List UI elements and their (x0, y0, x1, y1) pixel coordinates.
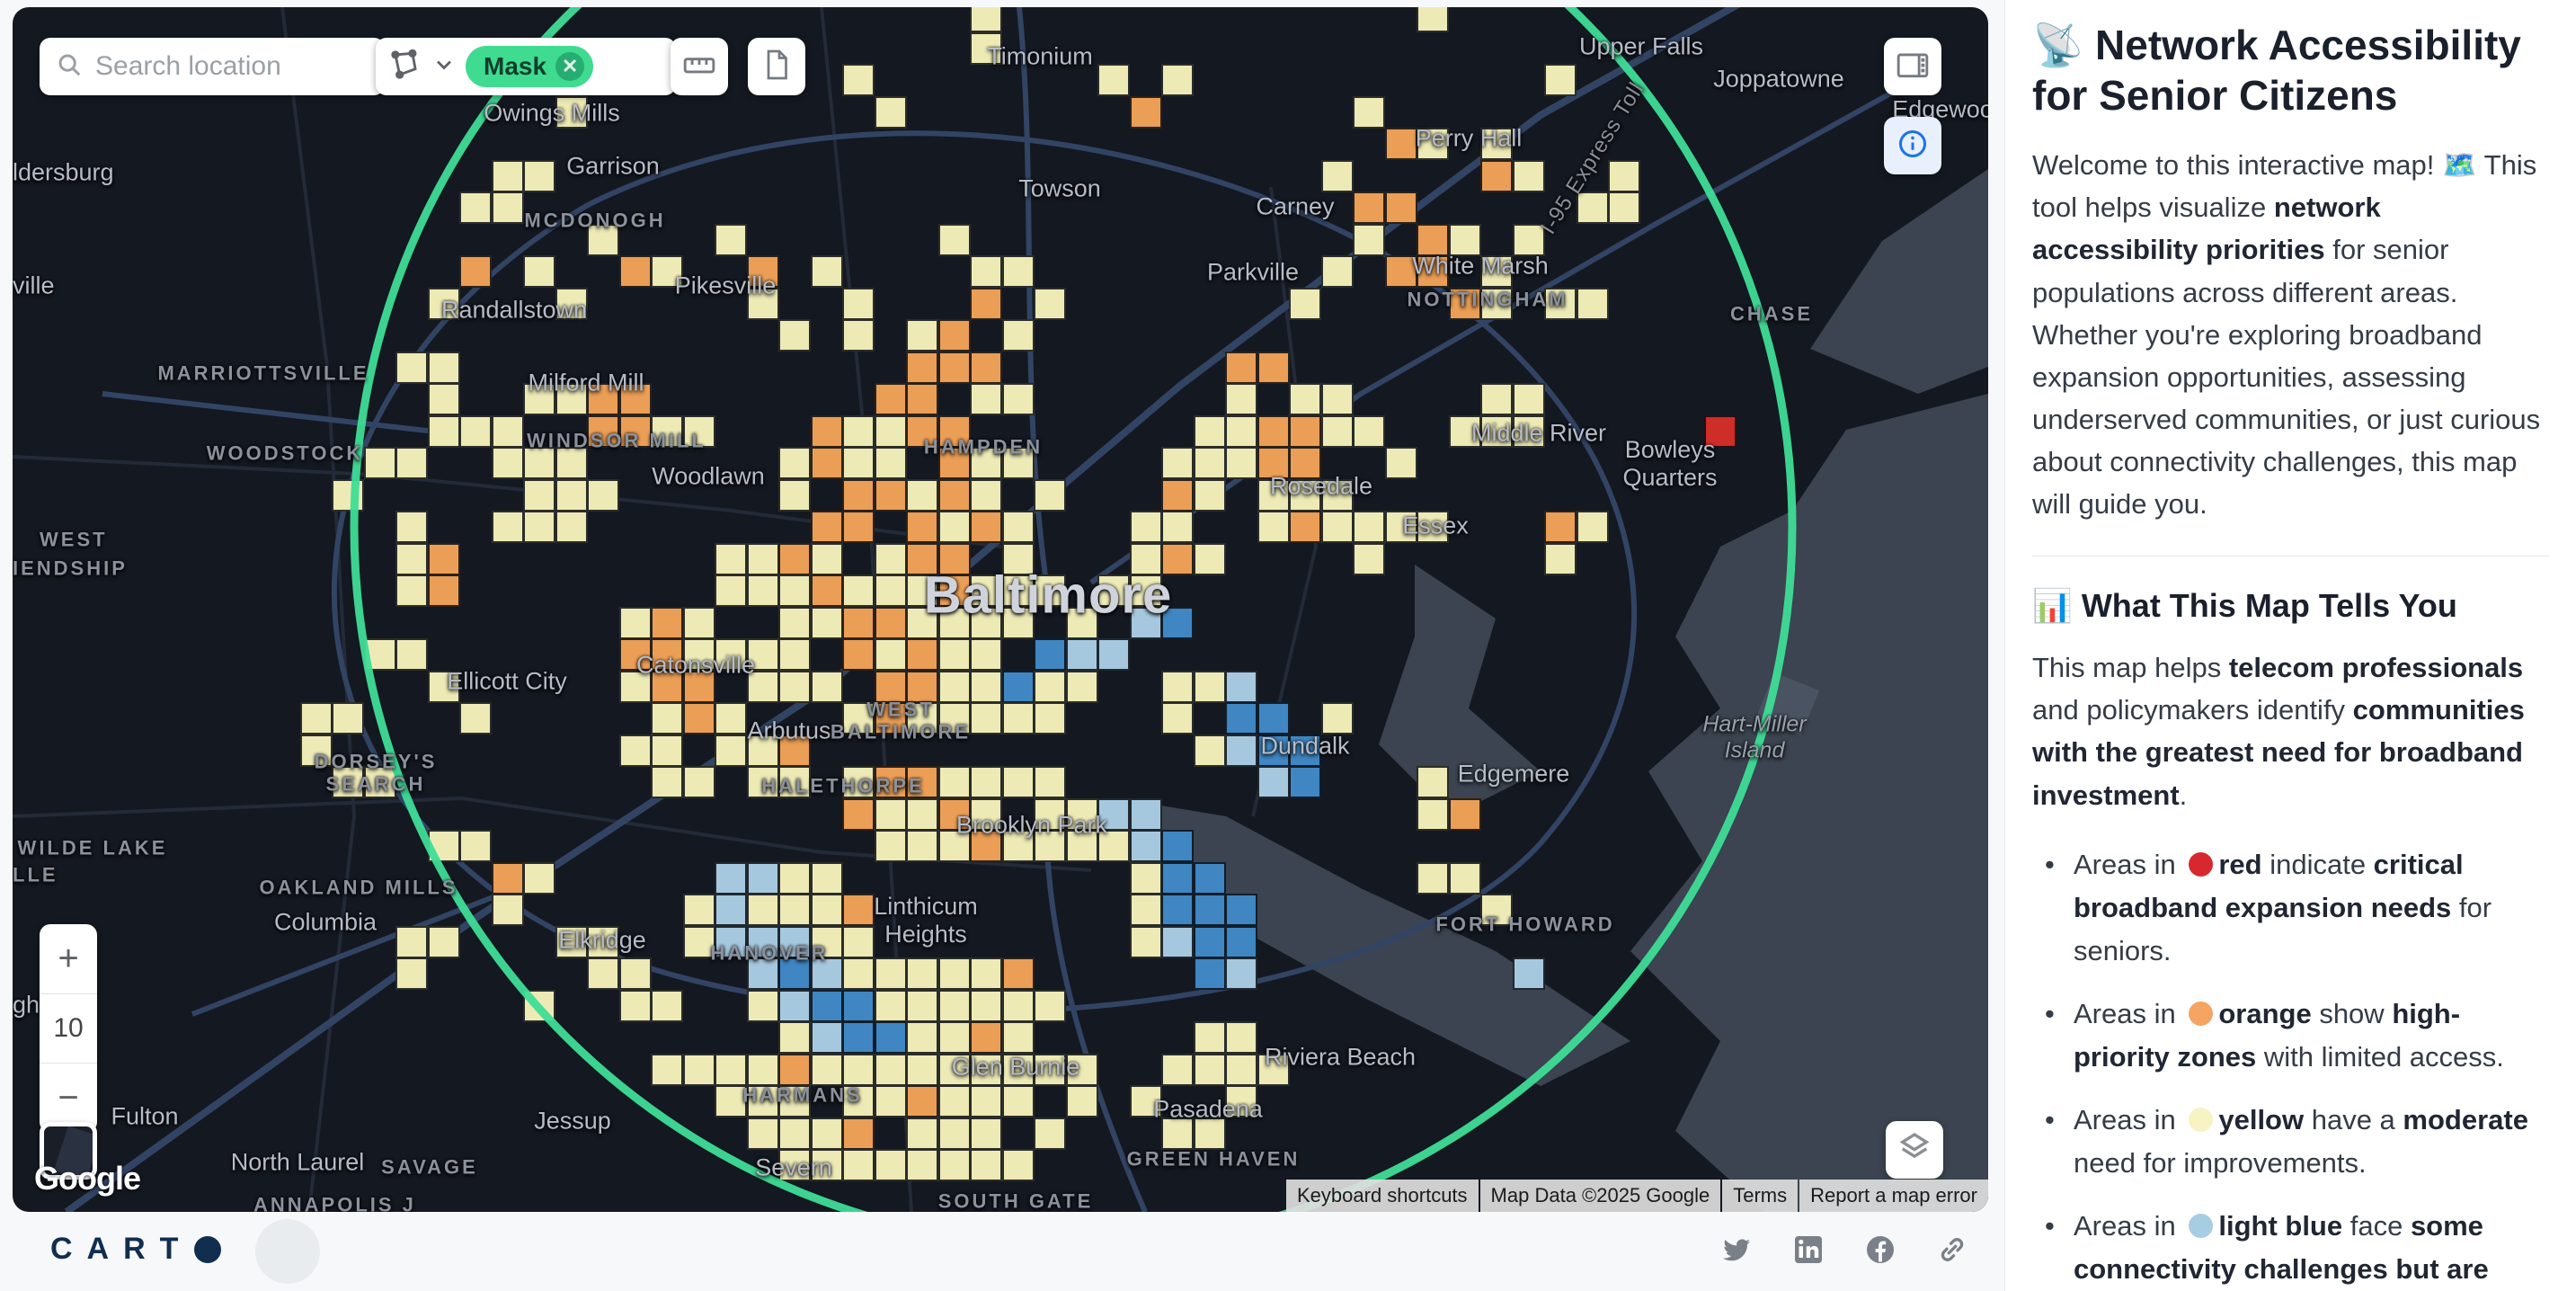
zoom-in-button[interactable]: + (40, 924, 97, 993)
google-logo: Google (34, 1160, 140, 1198)
legend-color-dot (2189, 852, 2213, 877)
info-icon (1896, 128, 1929, 165)
chevron-down-icon[interactable] (431, 52, 457, 82)
section-paragraph: This map helps telecom professionals and… (2032, 646, 2549, 815)
carto-logo[interactable]: CART (50, 1232, 221, 1267)
legend-color-dot (2189, 1214, 2213, 1238)
mask-chip-label: Mask (484, 52, 546, 81)
layers-icon (1896, 1130, 1932, 1171)
zoom-level: 10 (40, 993, 97, 1064)
measure-button[interactable] (671, 38, 728, 95)
terms-link[interactable]: Terms (1722, 1180, 1798, 1212)
panel-toggle-icon (1896, 48, 1930, 86)
legend-item: Areas in red indicate critical broadband… (2045, 843, 2549, 973)
document-button[interactable] (748, 38, 805, 95)
legend-item: Areas in yellow have a moderate need for… (2045, 1099, 2549, 1185)
search-box[interactable] (40, 38, 385, 95)
ruler-icon (682, 48, 716, 86)
search-icon (56, 51, 83, 83)
mask-circle-layer (13, 7, 1988, 1212)
logo-ghost-circle (255, 1219, 320, 1284)
info-sidebar: 📡 Network Accessibility for Senior Citiz… (2004, 0, 2576, 1291)
section-title: 📊 What This Map Tells You (2032, 587, 2549, 625)
twitter-icon[interactable] (1720, 1233, 1753, 1266)
panel-toggle-button[interactable] (1884, 38, 1941, 95)
legend-item: Areas in light blue face some connectivi… (2045, 1205, 2549, 1291)
carto-logo-letters: CART (50, 1232, 192, 1267)
basemap-layers-button[interactable] (1886, 1121, 1943, 1179)
zoom-control[interactable]: + 10 − (40, 924, 97, 1133)
legend-color-dot (2189, 1002, 2213, 1026)
info-button[interactable] (1884, 117, 1941, 174)
map-attribution-bar: Keyboard shortcuts Map Data ©2025 Google… (1286, 1180, 1988, 1212)
mask-filter-chip[interactable]: Mask ✕ (466, 46, 593, 87)
mask-circle (354, 7, 1792, 1212)
map-data-copyright: Map Data ©2025 Google (1480, 1180, 1721, 1212)
document-icon (760, 49, 793, 85)
footer-bar: CART (0, 1212, 2004, 1291)
legend-item: Areas in orange show high-priority zones… (2045, 993, 2549, 1079)
page-title: 📡 Network Accessibility for Senior Citiz… (2032, 20, 2549, 120)
facebook-icon[interactable] (1864, 1233, 1896, 1266)
legend-color-dot (2189, 1108, 2213, 1132)
polygon-select-icon[interactable] (388, 48, 422, 86)
search-input[interactable] (93, 50, 369, 83)
report-map-error-link[interactable]: Report a map error (1799, 1180, 1988, 1212)
map-legend-list: Areas in red indicate critical broadband… (2032, 843, 2549, 1291)
carto-logo-o (194, 1236, 221, 1263)
share-link-icon[interactable] (1936, 1233, 1968, 1266)
selection-tool-group[interactable]: Mask ✕ (376, 38, 676, 95)
linkedin-icon[interactable] (1792, 1233, 1825, 1266)
map-canvas[interactable]: BaltimoreTimoniumUpper FallsJoppatownePe… (13, 7, 1988, 1212)
intro-paragraph: Welcome to this interactive map! 🗺️ This… (2032, 144, 2549, 525)
keyboard-shortcuts-link[interactable]: Keyboard shortcuts (1286, 1180, 1479, 1212)
social-links (1720, 1233, 1968, 1266)
remove-mask-icon[interactable]: ✕ (555, 52, 584, 81)
